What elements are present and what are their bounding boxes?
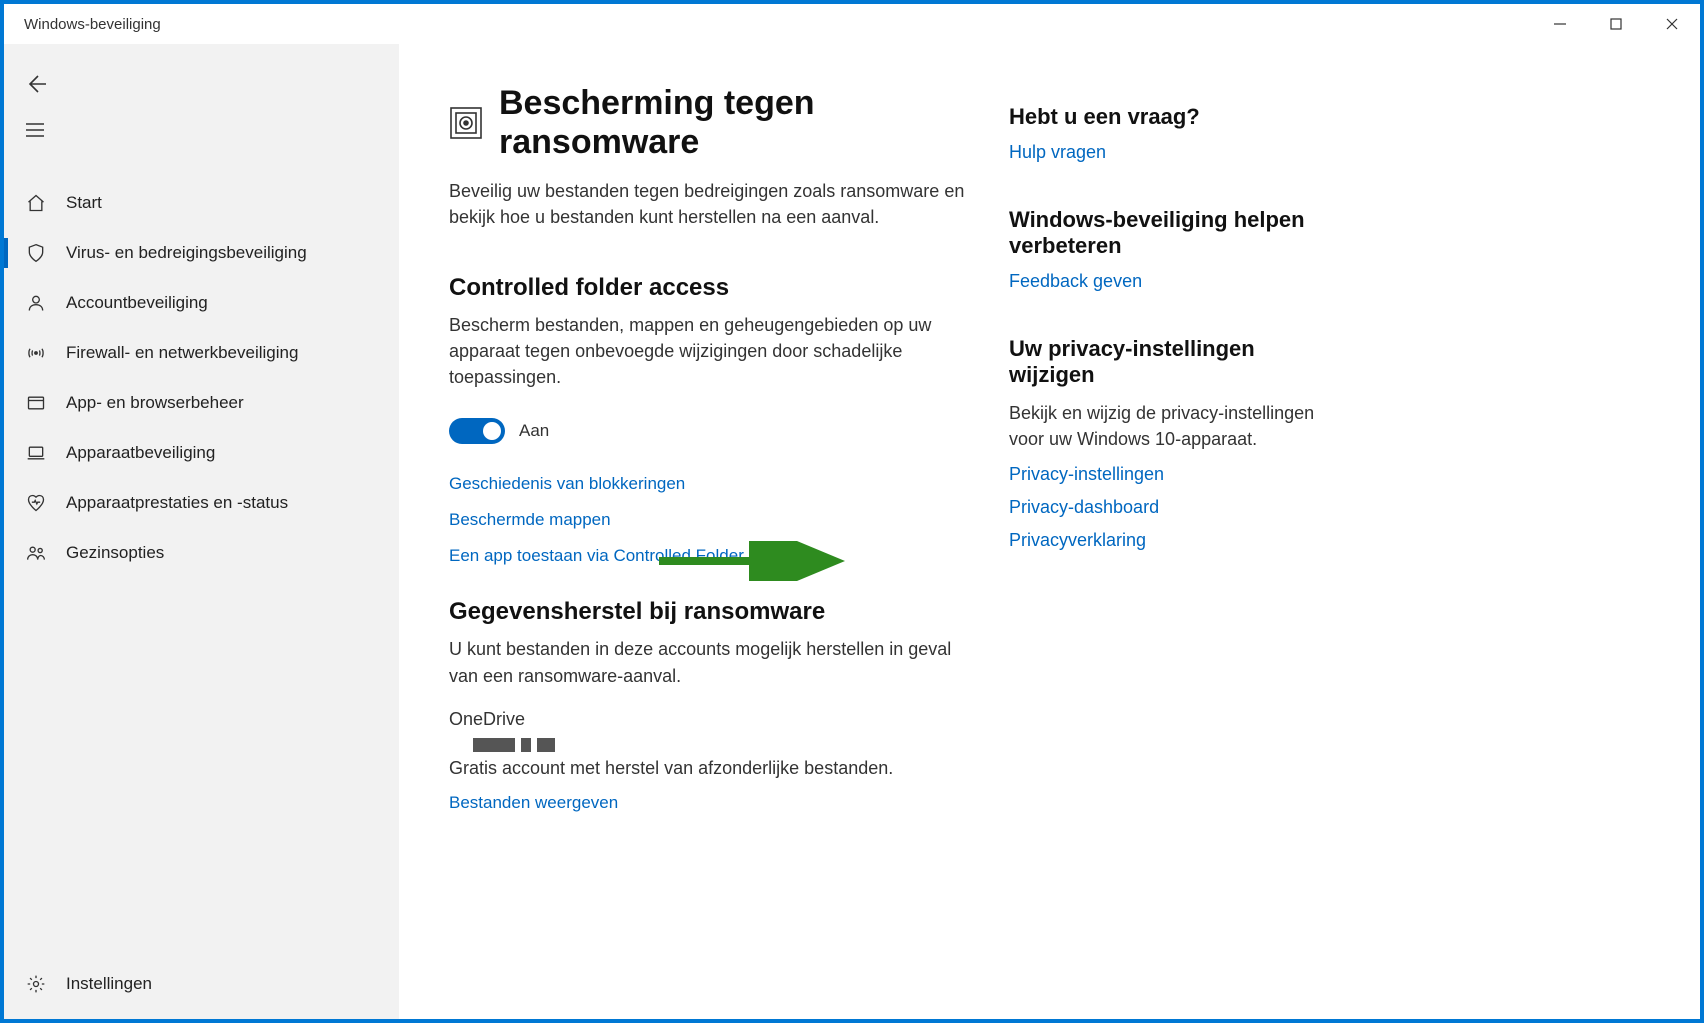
page-description: Beveilig uw bestanden tegen bedreigingen… — [449, 178, 979, 230]
link-allow-app[interactable]: Een app toestaan via Controlled Folder A… — [449, 546, 979, 566]
sidebar-item-home[interactable]: Start — [4, 178, 399, 228]
section-title-recovery: Gegevensherstel bij ransomware — [449, 598, 979, 626]
aside-privacy-link-settings[interactable]: Privacy-instellingen — [1009, 464, 1329, 485]
titlebar: Windows-beveiliging — [4, 4, 1700, 44]
aside-help-title: Hebt u een vraag? — [1009, 104, 1329, 130]
aside-privacy-title: Uw privacy-instellingen wijzigen — [1009, 336, 1329, 388]
sidebar-item-firewall[interactable]: Firewall- en netwerkbeveiliging — [4, 328, 399, 378]
people-icon — [24, 541, 48, 565]
home-icon — [24, 191, 48, 215]
section-desc-cfa: Bescherm bestanden, mappen en geheugenge… — [449, 312, 979, 390]
aside-help-link[interactable]: Hulp vragen — [1009, 142, 1329, 163]
sidebar-item-device[interactable]: Apparaatbeveiliging — [4, 428, 399, 478]
sidebar-item-health[interactable]: Apparaatprestaties en -status — [4, 478, 399, 528]
sidebar-item-label: Apparaatprestaties en -status — [66, 493, 288, 513]
sidebar-item-label: Accountbeveiliging — [66, 293, 208, 313]
antenna-icon — [24, 341, 48, 365]
sidebar-item-account[interactable]: Accountbeveiliging — [4, 278, 399, 328]
section-desc-recovery: U kunt bestanden in deze accounts mogeli… — [449, 636, 979, 688]
link-block-history[interactable]: Geschiedenis van blokkeringen — [449, 474, 979, 494]
close-button[interactable] — [1644, 4, 1700, 44]
section-title-cfa: Controlled folder access — [449, 274, 979, 302]
main-content: Bescherming tegen ransomware Beveilig uw… — [399, 44, 1700, 1019]
aside-improve-link[interactable]: Feedback geven — [1009, 271, 1329, 292]
link-view-files[interactable]: Bestanden weergeven — [449, 793, 979, 813]
onedrive-title: OneDrive — [449, 709, 979, 730]
heart-icon — [24, 491, 48, 515]
ransomware-icon — [449, 105, 483, 141]
link-protected-folders[interactable]: Beschermde mappen — [449, 510, 979, 530]
aside-privacy-link-dashboard[interactable]: Privacy-dashboard — [1009, 497, 1329, 518]
aside-privacy-link-statement[interactable]: Privacyverklaring — [1009, 530, 1329, 551]
maximize-button[interactable] — [1588, 4, 1644, 44]
gear-icon — [24, 972, 48, 996]
back-button[interactable] — [24, 64, 64, 104]
aside-privacy-text: Bekijk en wijzig de privacy-instellingen… — [1009, 400, 1329, 452]
sidebar-item-label: App- en browserbeheer — [66, 393, 244, 413]
aside-improve-title: Windows-beveiliging helpen verbeteren — [1009, 207, 1329, 259]
sidebar-item-label: Apparaatbeveiliging — [66, 443, 215, 463]
app-icon — [24, 391, 48, 415]
laptop-icon — [24, 441, 48, 465]
sidebar-item-label: Instellingen — [66, 974, 152, 994]
page-title: Bescherming tegen ransomware — [499, 84, 979, 162]
person-icon — [24, 291, 48, 315]
sidebar-item-label: Gezinsopties — [66, 543, 164, 563]
sidebar: Start Virus- en bedreigingsbeveiliging A… — [4, 44, 399, 1019]
redacted-account — [449, 738, 979, 752]
sidebar-item-virus[interactable]: Virus- en bedreigingsbeveiliging — [4, 228, 399, 278]
sidebar-item-label: Start — [66, 193, 102, 213]
app-body: Start Virus- en bedreigingsbeveiliging A… — [4, 44, 1700, 1019]
app-window: Windows-beveiliging — [4, 4, 1700, 1019]
shield-icon — [24, 241, 48, 265]
hamburger-button[interactable] — [24, 110, 64, 150]
sidebar-item-label: Virus- en bedreigingsbeveiliging — [66, 243, 307, 263]
cfa-toggle[interactable] — [449, 418, 505, 444]
sidebar-item-appbrowser[interactable]: App- en browserbeheer — [4, 378, 399, 428]
onedrive-desc: Gratis account met herstel van afzonderl… — [449, 758, 979, 779]
minimize-button[interactable] — [1532, 4, 1588, 44]
window-title: Windows-beveiliging — [24, 16, 1532, 33]
window-controls — [1532, 4, 1700, 44]
sidebar-item-family[interactable]: Gezinsopties — [4, 528, 399, 578]
cfa-toggle-label: Aan — [519, 421, 549, 441]
sidebar-item-settings[interactable]: Instellingen — [4, 959, 399, 1009]
sidebar-item-label: Firewall- en netwerkbeveiliging — [66, 343, 298, 363]
